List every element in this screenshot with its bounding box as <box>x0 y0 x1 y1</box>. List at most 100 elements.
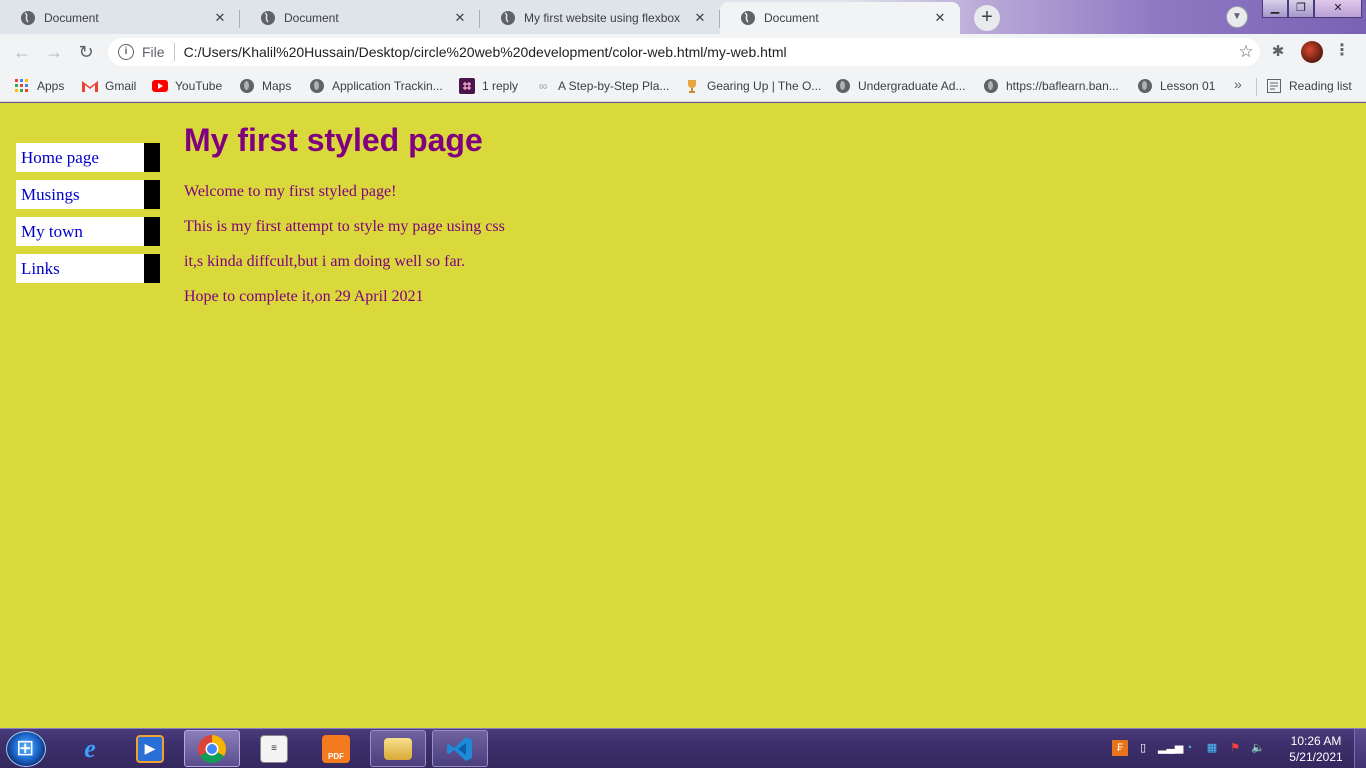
bookmark-label: Maps <box>262 79 292 93</box>
paragraph-complete: Hope to complete it,on 29 April 2021 <box>184 288 424 305</box>
kebab-menu-icon[interactable]: ⋮ <box>1334 41 1350 63</box>
reading-list-button[interactable]: Reading list <box>1266 77 1352 95</box>
close-tab-icon[interactable]: ✕ <box>452 10 468 26</box>
slack-icon <box>459 78 475 94</box>
bookmark-label: Undergraduate Ad... <box>858 79 966 93</box>
media-player-icon: ▶ <box>136 734 164 763</box>
close-icon: ✕ <box>1333 2 1343 14</box>
address-bar[interactable]: i File C:/Users/Khalil%20Hussain/Desktop… <box>108 38 1260 66</box>
globe-icon <box>239 78 255 94</box>
globe-icon <box>309 78 325 94</box>
app-tray-icon[interactable]: ₣ <box>1112 740 1128 756</box>
bookmark-lesson-01[interactable]: Lesson 01 <box>1137 77 1215 95</box>
close-tab-icon[interactable]: ✕ <box>932 10 948 26</box>
divider <box>173 43 175 61</box>
reading-list-icon <box>1266 78 1282 94</box>
back-button[interactable]: ← <box>10 40 34 64</box>
internet-explorer-icon: e <box>84 733 96 763</box>
clock-date: 5/21/2021 <box>1289 750 1343 764</box>
minimize-icon: ▁ <box>1270 2 1280 14</box>
bookmark-star-icon[interactable]: ☆ <box>1232 42 1260 62</box>
close-window-button[interactable]: ✕ <box>1314 0 1362 18</box>
globe-icon <box>501 11 515 25</box>
taskbar-chrome[interactable] <box>184 730 240 767</box>
globe-icon <box>983 78 999 94</box>
restore-icon: ❐ <box>1296 2 1306 14</box>
reload-button[interactable]: ↻ <box>74 40 98 64</box>
bookmark-undergraduate[interactable]: Undergraduate Ad... <box>835 77 965 95</box>
taskbar-media-player[interactable]: ▶ <box>122 730 178 767</box>
extensions-puzzle-icon[interactable]: ✱ <box>1268 42 1288 62</box>
nav-item-links[interactable]: Links <box>16 254 160 283</box>
tab-document-2[interactable]: Document ✕ <box>240 2 480 34</box>
tab-title: My first website using flexbox <box>524 11 681 25</box>
close-tab-icon[interactable]: ✕ <box>212 10 228 26</box>
bookmark-application-tracking[interactable]: Application Trackin... <box>309 77 443 95</box>
chevron-down-icon: ▼ <box>1232 11 1242 22</box>
close-tab-icon[interactable]: ✕ <box>692 10 708 26</box>
minimize-button[interactable]: ▁ <box>1262 0 1288 18</box>
tab-title: Document <box>764 11 819 25</box>
bookmark-label: https://baflearn.ban... <box>1006 79 1119 93</box>
bookmark-apps[interactable]: Apps <box>14 77 64 95</box>
bookmark-gmail[interactable]: Gmail <box>82 77 136 95</box>
clock-time: 10:26 AM <box>1290 734 1342 748</box>
network-signal-icon[interactable]: ▂▃▅ <box>1158 740 1183 756</box>
profile-avatar[interactable] <box>1301 41 1323 63</box>
bookmark-baflearn[interactable]: https://baflearn.ban... <box>983 77 1119 95</box>
volume-icon[interactable]: 🔈 <box>1250 740 1266 756</box>
tab-document-1[interactable]: Document ✕ <box>0 2 240 34</box>
tab-search-button[interactable]: ▼ <box>1226 6 1248 28</box>
nav-link[interactable]: My town <box>21 222 83 241</box>
new-tab-button[interactable]: + <box>974 5 1000 31</box>
pdf-icon: PDF <box>322 734 350 763</box>
nav-item-home-page[interactable]: Home page <box>16 143 160 172</box>
browser-toolbar: ← → ↻ i File C:/Users/Khalil%20Hussain/D… <box>0 34 1366 70</box>
bookmarks-bar: Apps Gmail YouTube Maps Application Trac… <box>0 70 1366 102</box>
forward-button[interactable]: → <box>42 40 66 64</box>
divider <box>1256 78 1257 96</box>
tab-title: Document <box>284 11 339 25</box>
nav-link[interactable]: Links <box>21 259 60 278</box>
info-icon[interactable]: i <box>118 44 134 60</box>
bookmark-gearing-up[interactable]: Gearing Up | The O... <box>684 77 821 95</box>
globe-icon <box>1137 78 1153 94</box>
bookmark-1-reply[interactable]: 1 reply <box>459 77 518 95</box>
system-tray: ₣ ▯ ▂▃▅ ◔ ▦ ⚑ 🔈 <box>1112 740 1266 758</box>
more-bookmarks-button[interactable]: » <box>1234 76 1242 92</box>
bookmark-label: Gmail <box>105 79 137 93</box>
tab-flexbox[interactable]: My first website using flexbox ✕ <box>480 2 720 34</box>
reload-icon: ↻ <box>78 42 94 62</box>
bookmark-label: Reading list <box>1289 79 1352 93</box>
bookmark-label: Gearing Up | The O... <box>707 79 822 93</box>
taskbar-internet-explorer[interactable]: e <box>62 730 118 767</box>
start-button[interactable] <box>6 731 46 767</box>
taskbar-file-explorer[interactable] <box>370 730 426 767</box>
taskbar-pdf-reader[interactable]: PDF <box>308 730 364 767</box>
language-icon[interactable]: ▦ <box>1204 740 1220 756</box>
tab-strip: Document ✕ Document ✕ My first website u… <box>0 0 1366 34</box>
tab-document-active[interactable]: Document ✕ <box>720 2 960 34</box>
cloud-sync-icon[interactable]: ◔ <box>1181 740 1197 756</box>
url-scheme: File <box>142 44 165 60</box>
bookmark-step-by-step[interactable]: ∞ A Step-by-Step Pla... <box>535 77 670 95</box>
nav-link[interactable]: Home page <box>21 148 99 167</box>
bookmark-label: 1 reply <box>482 79 519 93</box>
restore-button[interactable]: ❐ <box>1288 0 1314 18</box>
globe-icon <box>21 11 35 25</box>
device-icon[interactable]: ▯ <box>1135 740 1151 756</box>
gmail-icon <box>82 78 98 94</box>
url-text[interactable]: C:/Users/Khalil%20Hussain/Desktop/circle… <box>184 44 1232 60</box>
show-desktop-button[interactable] <box>1354 729 1366 768</box>
bookmark-youtube[interactable]: YouTube <box>152 77 222 95</box>
system-clock[interactable]: 10:26 AM 5/21/2021 <box>1280 733 1352 765</box>
vs-code-icon <box>447 736 472 761</box>
nav-item-my-town[interactable]: My town <box>16 217 160 246</box>
nav-item-musings[interactable]: Musings <box>16 180 160 209</box>
action-center-flag-icon[interactable]: ⚑ <box>1227 740 1243 756</box>
taskbar-notepad[interactable]: ≡ <box>246 730 302 767</box>
nav-link[interactable]: Musings <box>21 185 80 204</box>
taskbar-vs-code[interactable] <box>432 730 488 767</box>
bookmark-maps[interactable]: Maps <box>239 77 291 95</box>
web-page: Home page Musings My town Links My first… <box>0 103 1366 728</box>
